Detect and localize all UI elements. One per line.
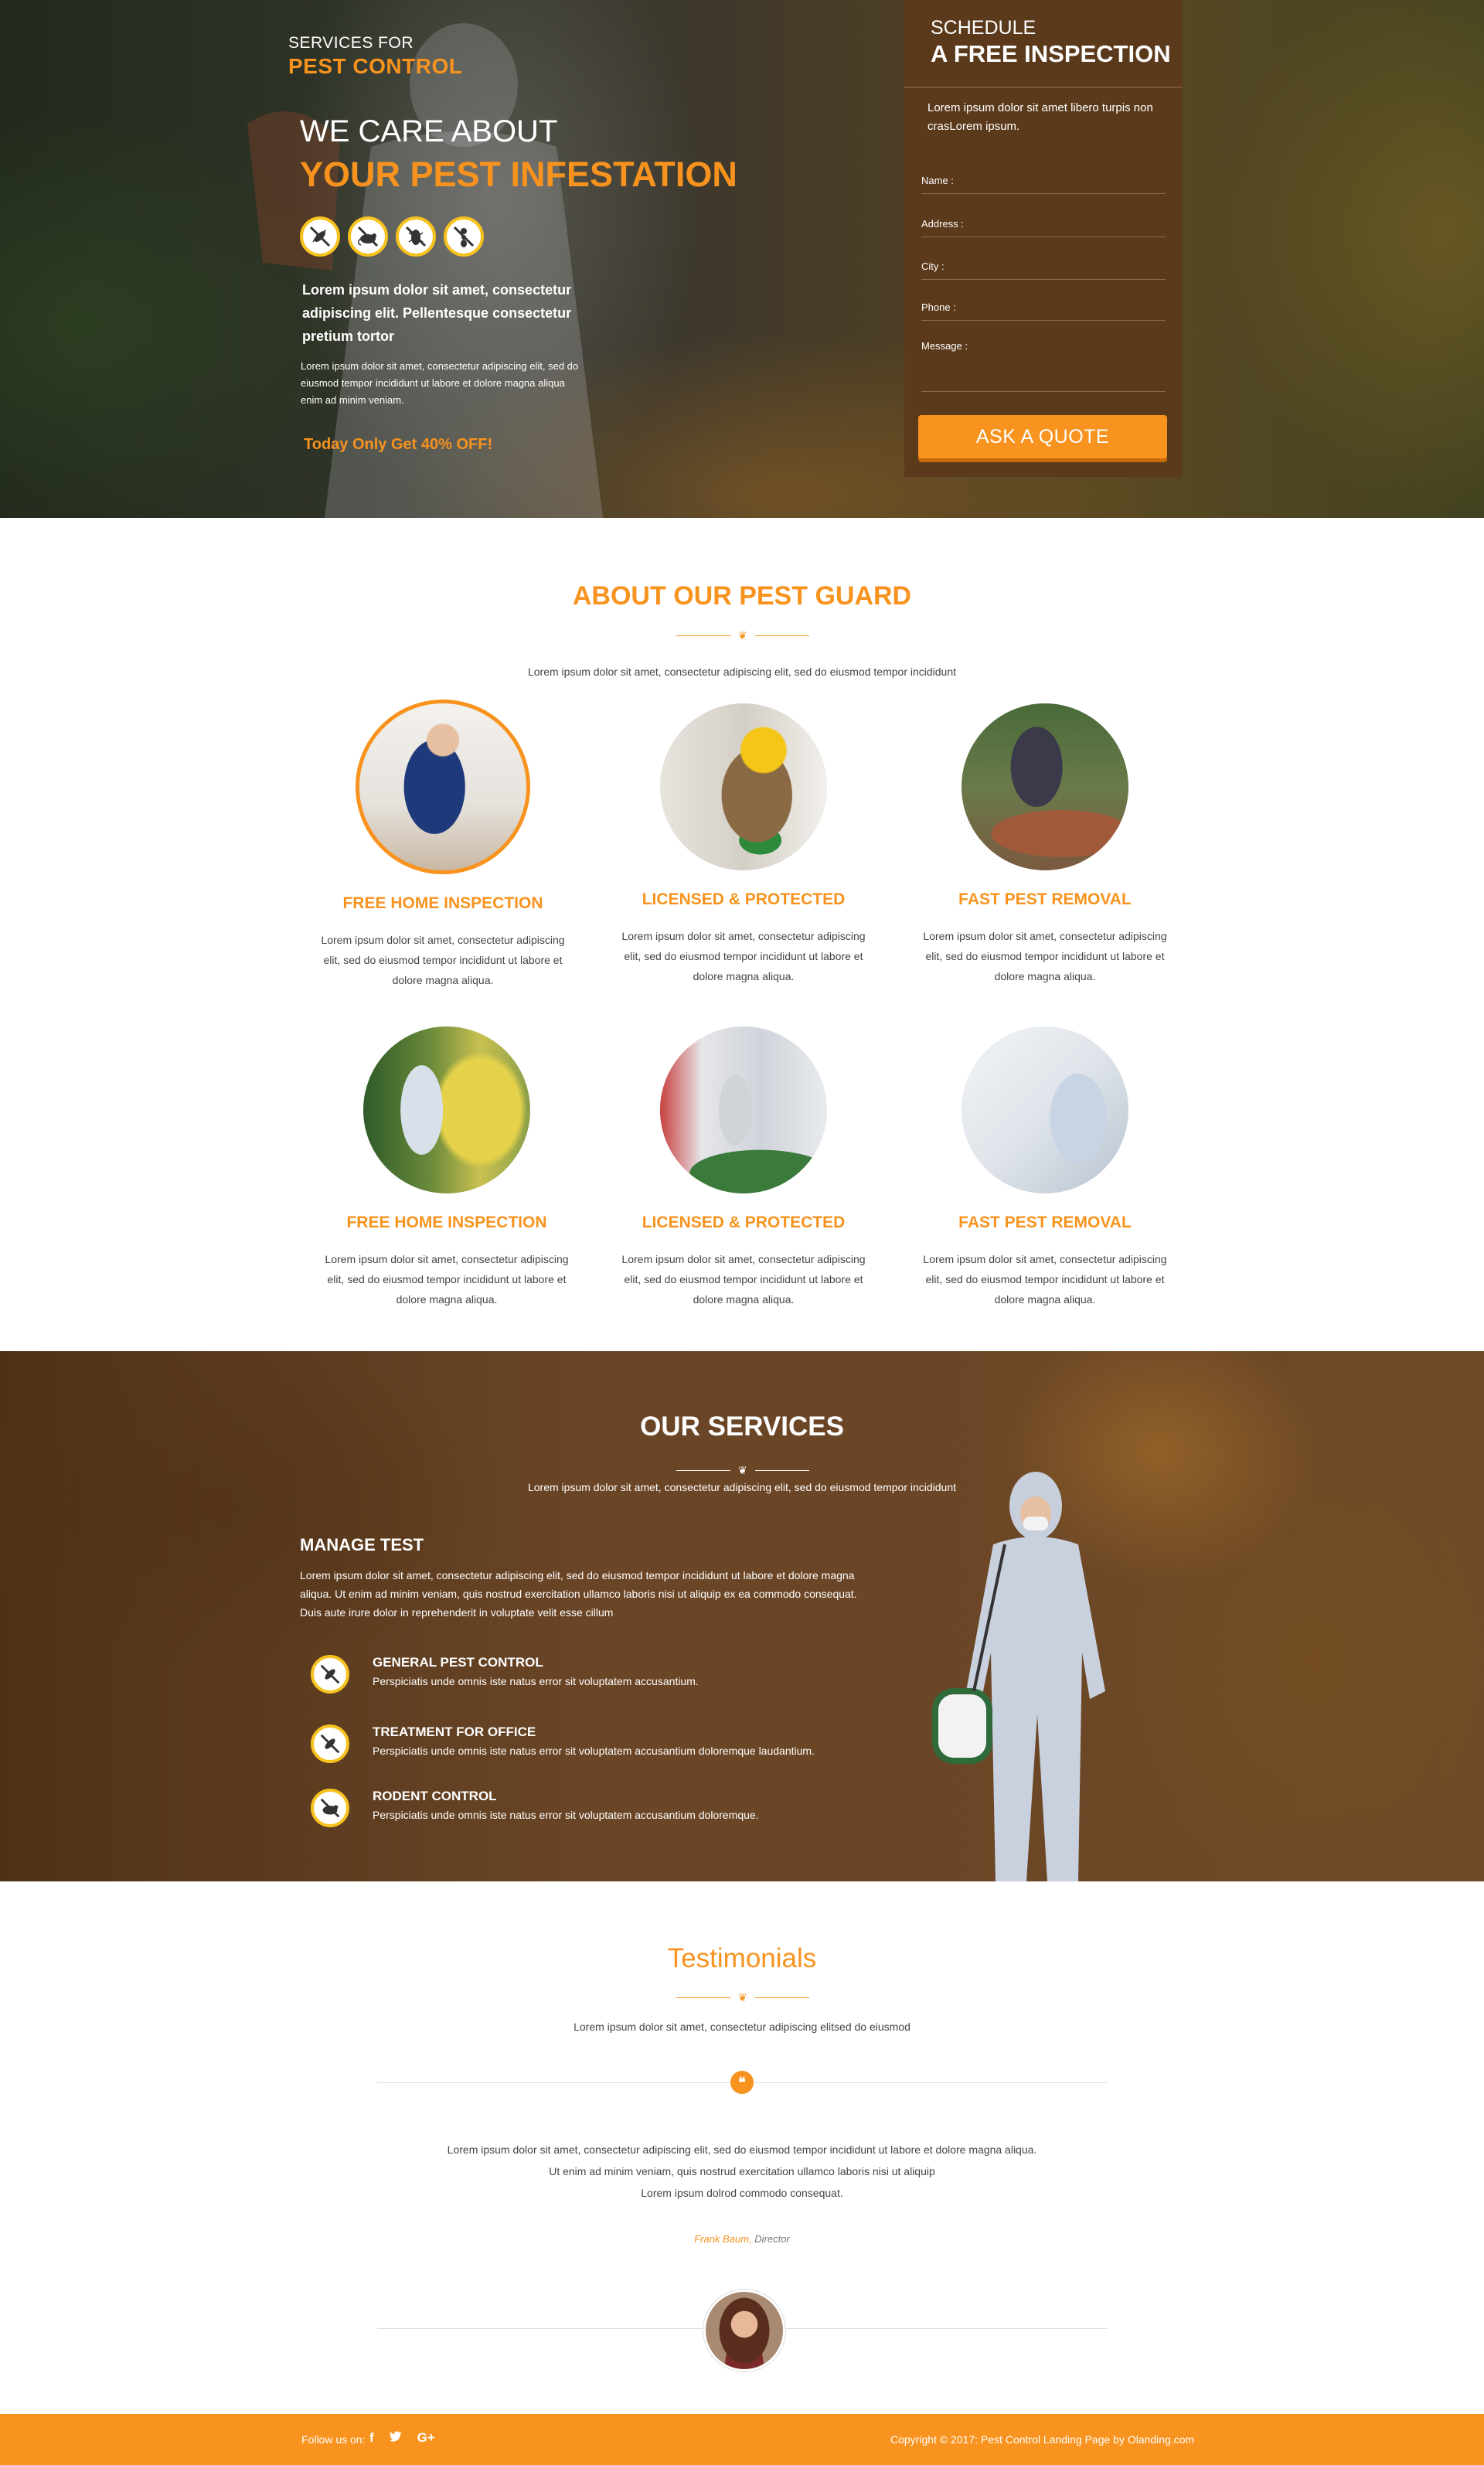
feature-title: FREE HOME INSPECTION xyxy=(346,1214,547,1231)
feature-image xyxy=(356,700,530,874)
manage-text: Lorem ipsum dolor sit amet, consectetur … xyxy=(300,1569,857,1619)
google-plus-icon[interactable]: G+ xyxy=(417,2430,435,2446)
mosquito-icon xyxy=(311,1655,349,1694)
services-title: OUR SERVICES xyxy=(640,1411,844,1442)
feature-image xyxy=(962,1027,1128,1193)
testimonials-divider: ❦ xyxy=(676,1991,809,2004)
about-title: ABOUT OUR PEST GUARD xyxy=(572,581,912,611)
feature-card: FAST PEST REMOVAL Lorem ipsum dolor sit … xyxy=(917,703,1173,986)
hero-brand: PEST CONTROL xyxy=(288,54,463,78)
hero-small-text: Lorem ipsum dolor sit amet, consectetur … xyxy=(301,360,579,406)
feature-title: LICENSED & PROTECTED xyxy=(642,890,846,908)
hero-offer: Today Only Get 40% OFF! xyxy=(304,436,493,453)
mosquito-icon xyxy=(311,1724,349,1763)
form-title-1: SCHEDULE xyxy=(931,17,1036,39)
copyright-link[interactable]: Olanding.com xyxy=(1128,2433,1194,2446)
facebook-icon[interactable]: f xyxy=(369,2430,374,2446)
services-divider: ❦ xyxy=(676,1464,809,1477)
feature-title: FAST PEST REMOVAL xyxy=(958,1214,1132,1231)
service-title: TREATMENT FOR OFFICE xyxy=(373,1724,536,1739)
feature-desc: Lorem ipsum dolor sit amet, consectetur … xyxy=(923,930,1167,982)
feature-title: FAST PEST REMOVAL xyxy=(958,890,1132,908)
manage-title: MANAGE TEST xyxy=(300,1535,424,1554)
mosquito-icon xyxy=(300,216,340,257)
quote-line: Ut enim ad minim veniam, quis nostrud ex… xyxy=(549,2165,935,2177)
feature-card: FREE HOME INSPECTION Lorem ipsum dolor s… xyxy=(319,1027,574,1309)
about-subtitle: Lorem ipsum dolor sit amet, consectetur … xyxy=(527,666,957,678)
hero-headline-1: WE CARE ABOUT xyxy=(300,114,558,148)
form-divider xyxy=(904,87,1183,88)
phone-field[interactable]: Phone : xyxy=(921,297,1166,321)
about-divider: ❦ xyxy=(676,629,809,642)
service-desc: Perspiciatis unde omnis iste natus error… xyxy=(373,1675,699,1687)
feature-desc: Lorem ipsum dolor sit amet, consectetur … xyxy=(923,1253,1167,1306)
name-field[interactable]: Name : xyxy=(921,170,1166,194)
phone-field-label: Phone : xyxy=(921,301,956,313)
address-field[interactable]: Address : xyxy=(921,213,1166,237)
author-name: Frank Baum, xyxy=(694,2233,752,2245)
service-desc: Perspiciatis unde omnis iste natus error… xyxy=(373,1745,815,1757)
feature-image xyxy=(962,703,1128,870)
copyright-text: Copyright © 2017: Pest Control Landing P… xyxy=(890,2433,1128,2446)
hero-headline-2: YOUR PEST INFESTATION xyxy=(300,155,737,194)
service-item: TREATMENT FOR OFFICE Perspiciatis unde om… xyxy=(311,1724,815,1763)
worker-image xyxy=(932,1472,1105,1881)
feature-desc: Lorem ipsum dolor sit amet, consectetur … xyxy=(325,1253,569,1306)
service-item: GENERAL PEST CONTROL Perspiciatis unde om… xyxy=(311,1655,699,1694)
follow-label: Follow us on: xyxy=(301,2433,366,2446)
address-field-label: Address : xyxy=(921,218,964,230)
feature-image xyxy=(363,1027,530,1193)
feature-desc: Lorem ipsum dolor sit amet, consectetur … xyxy=(621,930,866,982)
city-field[interactable]: City : xyxy=(921,256,1166,280)
services-subtitle: Lorem ipsum dolor sit amet, consectetur … xyxy=(527,1481,957,1493)
feature-image xyxy=(660,703,827,870)
services-section: OUR SERVICES ❦ Lorem ipsum dolor sit ame… xyxy=(0,1351,1484,1881)
leaf-icon: ❦ xyxy=(738,1991,747,2004)
feature-image xyxy=(660,1027,827,1193)
feature-card: LICENSED & PROTECTED Lorem ipsum dolor s… xyxy=(616,1027,871,1309)
message-field[interactable]: Message : xyxy=(921,335,1166,392)
cockroach-icon xyxy=(396,216,436,257)
testimonial-quote: Lorem ipsum dolor sit amet, consectetur … xyxy=(0,2139,1484,2204)
footer: Follow us on: f G+ Copyright © 2017: Pes… xyxy=(0,2414,1484,2465)
feature-title: LICENSED & PROTECTED xyxy=(642,1214,846,1231)
social-links: f G+ xyxy=(369,2430,435,2446)
ant-icon xyxy=(444,216,484,257)
pest-icon-row xyxy=(300,216,484,257)
inspection-form: SCHEDULE A FREE INSPECTION Lorem ipsum d… xyxy=(904,0,1183,477)
leaf-icon: ❦ xyxy=(738,629,747,642)
feature-card: LICENSED & PROTECTED Lorem ipsum dolor s… xyxy=(616,703,871,986)
feature-desc: Lorem ipsum dolor sit amet, consectetur … xyxy=(621,1253,866,1306)
feature-desc: Lorem ipsum dolor sit amet, consectetur … xyxy=(321,934,565,986)
feature-card: FREE HOME INSPECTION Lorem ipsum dolor s… xyxy=(315,700,570,990)
service-title: GENERAL PEST CONTROL xyxy=(373,1655,543,1670)
service-item: RODENT CONTROL Perspiciatis unde omnis is… xyxy=(311,1789,759,1827)
copyright: Copyright © 2017: Pest Control Landing P… xyxy=(890,2433,1194,2446)
form-title-2: A FREE INSPECTION xyxy=(931,40,1171,67)
city-field-label: City : xyxy=(921,260,945,272)
rat-icon xyxy=(311,1789,349,1827)
quote-line: Lorem ipsum dolrod commodo consequat. xyxy=(641,2187,843,2199)
feature-card: FAST PEST REMOVAL Lorem ipsum dolor sit … xyxy=(917,1027,1173,1309)
quote-line: Lorem ipsum dolor sit amet, consectetur … xyxy=(447,2143,1037,2156)
twitter-icon[interactable] xyxy=(389,2430,402,2446)
service-title: RODENT CONTROL xyxy=(373,1789,497,1803)
avatar xyxy=(703,2290,785,2371)
testimonial-author: Frank Baum, Director xyxy=(0,2233,1484,2245)
hero-section: SERVICES FOR PEST CONTROL WE CARE ABOUT … xyxy=(0,0,1484,518)
feature-title: FREE HOME INSPECTION xyxy=(342,894,543,912)
testimonials-title: Testimonials xyxy=(667,1943,817,1973)
rat-icon xyxy=(348,216,388,257)
testimonials-subtitle: Lorem ipsum dolor sit amet, consectetur … xyxy=(574,2021,910,2033)
hero-bold-text: Lorem ipsum dolor sit amet, consectetur … xyxy=(302,282,572,344)
quote-icon: ❝ xyxy=(730,2071,754,2094)
ask-quote-button[interactable]: ASK A QUOTE xyxy=(918,415,1167,458)
leaf-icon: ❦ xyxy=(738,1464,747,1476)
message-field-label: Message : xyxy=(921,340,968,352)
name-field-label: Name : xyxy=(921,175,954,186)
hero-eyebrow: SERVICES FOR xyxy=(288,34,414,52)
service-desc: Perspiciatis unde omnis iste natus error… xyxy=(373,1809,759,1821)
author-role: Director xyxy=(751,2233,790,2245)
form-intro: Lorem ipsum dolor sit amet libero turpis… xyxy=(928,101,1153,133)
